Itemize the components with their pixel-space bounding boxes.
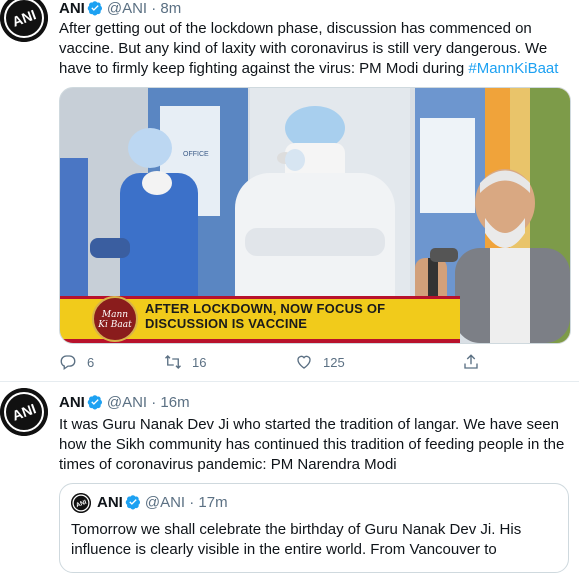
separator: · bbox=[189, 494, 195, 511]
share-icon bbox=[464, 354, 478, 369]
banner-line: AFTER LOCKDOWN, NOW FOCUS OF bbox=[145, 301, 386, 316]
handle[interactable]: @ANI bbox=[107, 0, 147, 17]
logo-text: Baat bbox=[110, 320, 132, 330]
separator: · bbox=[151, 0, 157, 17]
logo-text: Mann bbox=[101, 310, 129, 320]
tweet-media-image[interactable]: OFFICE Mann Ki Baat AFTER LOCKDOWN, NOW … bbox=[59, 87, 571, 344]
ani-logo-icon: ANI bbox=[0, 0, 48, 42]
heart-icon bbox=[297, 355, 311, 369]
display-name[interactable]: ANI bbox=[59, 0, 85, 17]
verified-badge-icon bbox=[125, 495, 140, 510]
tweet-text: After getting out of the lockdown phase,… bbox=[59, 19, 569, 79]
like-count: 125 bbox=[323, 354, 345, 370]
reply-icon bbox=[60, 355, 76, 371]
like-button[interactable]: 125 bbox=[295, 352, 345, 372]
timestamp[interactable]: 8m bbox=[160, 0, 181, 17]
verified-badge-icon bbox=[87, 395, 102, 410]
reply-button[interactable]: 6 bbox=[59, 352, 94, 372]
office-sign: OFFICE bbox=[183, 151, 209, 158]
quoted-tweet-header: ANI @ANI · 17m bbox=[97, 493, 228, 513]
tweet[interactable]: ANI ANI @ANI · 8m After getting out of th… bbox=[0, 0, 579, 381]
handle[interactable]: @ANI bbox=[107, 394, 147, 411]
hashtag-link[interactable]: #MannKiBaat bbox=[468, 60, 558, 77]
ani-logo-icon: ANI bbox=[71, 493, 91, 513]
tweet-text: It was Guru Nanak Dev Ji who started the… bbox=[59, 416, 565, 473]
timestamp: 17m bbox=[198, 494, 228, 511]
tweet-header: ANI @ANI · 8m bbox=[59, 0, 181, 19]
quoted-tweet-text: Tomorrow we shall celebrate the birthday… bbox=[71, 521, 522, 558]
tweet[interactable]: ANI ANI @ANI · 16m It was Guru Nanak Dev … bbox=[0, 382, 579, 573]
banner-line: DISCUSSION IS VACCINE bbox=[145, 316, 308, 331]
tweet-actions: 6 16 125 bbox=[59, 352, 529, 372]
banner-caption: AFTER LOCKDOWN, NOW FOCUS OF DISCUSSION … bbox=[145, 301, 385, 331]
ani-avatar[interactable]: ANI bbox=[0, 388, 48, 436]
reply-count: 6 bbox=[87, 354, 95, 370]
display-name: ANI bbox=[97, 494, 123, 511]
separator: · bbox=[151, 394, 157, 411]
share-button[interactable] bbox=[462, 352, 490, 372]
retweet-button[interactable]: 16 bbox=[164, 352, 206, 372]
timestamp[interactable]: 16m bbox=[160, 394, 189, 411]
retweet-icon bbox=[165, 355, 181, 369]
ani-avatar-small: ANI bbox=[71, 493, 91, 513]
logo-text: Ki bbox=[98, 320, 108, 330]
quoted-tweet[interactable]: ANI ANI @ANI · 17m Tomorrow we shall cele… bbox=[59, 483, 569, 573]
display-name[interactable]: ANI bbox=[59, 394, 85, 411]
retweet-count: 16 bbox=[192, 354, 207, 370]
tweet-header: ANI @ANI · 16m bbox=[59, 393, 190, 413]
handle: @ANI bbox=[144, 494, 186, 511]
verified-badge-icon bbox=[87, 1, 102, 16]
ani-logo-icon: ANI bbox=[0, 388, 48, 436]
ani-avatar[interactable]: ANI bbox=[0, 0, 48, 42]
mann-ki-baat-logo: Mann Ki Baat bbox=[92, 296, 138, 342]
